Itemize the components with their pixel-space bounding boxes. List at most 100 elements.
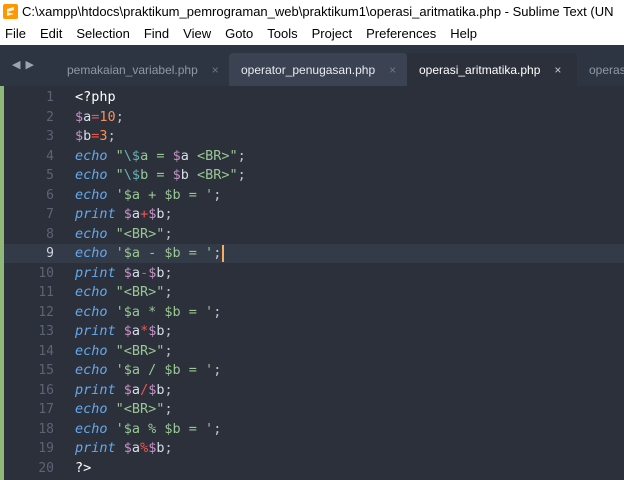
code-line[interactable]: print $a+$b; — [75, 205, 173, 225]
code-line[interactable]: print $a%$b; — [75, 439, 173, 459]
code-token: a — [131, 264, 141, 281]
code-token: $ — [123, 440, 132, 456]
code-line[interactable]: echo "<BR>"; — [75, 283, 173, 303]
line-number: 3 — [46, 129, 54, 144]
code-token: '$a - $b = ' — [115, 245, 214, 261]
code-line[interactable]: echo "<BR>"; — [75, 225, 173, 245]
menu-goto[interactable]: Goto — [218, 26, 260, 41]
code-token: '$a * $b = ' — [115, 303, 214, 320]
code-token: ; — [213, 186, 222, 203]
code-line[interactable]: print $a-$b; — [75, 264, 173, 284]
code-token: * — [140, 323, 149, 339]
code-editor[interactable]: 1 2 3 4 5 6 7 8 9 10 11 12 13 14 15 16 17 18 19 20 <?php $a=… — [0, 86, 624, 480]
code-token: $ — [75, 108, 84, 125]
menu-preferences[interactable]: Preferences — [359, 26, 443, 41]
code-token: "<BR>" — [115, 225, 165, 242]
code-token: ; — [164, 342, 173, 359]
code-line[interactable]: print $a/$b; — [75, 381, 173, 401]
code-token: a — [131, 381, 141, 398]
tab-operator-penugasan[interactable]: operator_penugasan.php × — [229, 53, 407, 86]
tab-close-icon[interactable]: × — [389, 63, 396, 77]
tab-pemakaian-variabel[interactable]: pemakaian_variabel.php × — [55, 53, 229, 86]
code-line[interactable]: $a=10; — [75, 108, 124, 128]
code-token: ?> — [75, 459, 92, 476]
code-line[interactable]: echo '$a + $b = '; — [75, 186, 221, 206]
menu-view[interactable]: View — [176, 26, 218, 41]
line-number: 2 — [46, 109, 54, 125]
code-token: print — [75, 440, 116, 456]
code-token: "<BR>" — [115, 342, 165, 359]
code-token: print — [75, 206, 116, 222]
code-token: ; — [164, 225, 173, 242]
code-token: echo — [75, 303, 108, 320]
menu-selection[interactable]: Selection — [69, 26, 136, 41]
code-token: echo — [75, 147, 108, 164]
line-number: 8 — [46, 226, 54, 242]
code-token: ; — [213, 303, 222, 320]
code-token: echo — [75, 342, 108, 359]
code-token: '$a / $b = ' — [115, 362, 214, 378]
code-token: $ — [123, 264, 132, 281]
tab-operasi[interactable]: operasi — [577, 53, 624, 86]
code-line[interactable]: echo '$a - $b = '; — [75, 244, 225, 264]
code-line[interactable]: echo "<BR>"; — [75, 342, 173, 362]
code-line[interactable]: echo '$a * $b = '; — [75, 303, 221, 323]
menu-help[interactable]: Help — [443, 26, 484, 41]
code-token: a = — [140, 147, 173, 164]
menu-edit[interactable]: Edit — [33, 26, 69, 41]
tab-close-icon[interactable]: × — [212, 63, 219, 77]
code-line[interactable]: $b=3; — [75, 127, 116, 147]
code-token: print — [75, 323, 116, 339]
window-title: C:\xampp\htdocs\praktikum_pemrograman_we… — [22, 3, 614, 19]
line-number: 10 — [38, 265, 54, 281]
code-token: ; — [164, 401, 173, 417]
code-line[interactable]: echo "\$b = $b <BR>"; — [75, 166, 246, 186]
code-line[interactable]: echo '$a % $b = '; — [75, 420, 221, 440]
code-token: ; — [164, 381, 173, 398]
code-token: print — [75, 381, 116, 398]
tab-close-icon[interactable]: × — [554, 63, 561, 77]
code-token: \$ — [123, 167, 141, 183]
code-line[interactable]: echo '$a / $b = '; — [75, 361, 221, 381]
code-token: echo — [75, 186, 108, 203]
code-line[interactable]: echo "<BR>"; — [75, 400, 173, 420]
code-token: ; — [164, 440, 173, 456]
code-token: ; — [164, 206, 173, 222]
code-line[interactable]: print $a*$b; — [75, 322, 173, 342]
code-token: \$ — [123, 147, 141, 164]
code-line[interactable]: ?> — [75, 459, 91, 479]
menu-project[interactable]: Project — [305, 26, 359, 41]
tab-operasi-aritmatika[interactable]: operasi_aritmatika.php × — [407, 53, 577, 86]
code-token: <?php — [75, 89, 116, 105]
code-token: " — [115, 147, 124, 164]
code-token: $ — [75, 128, 84, 144]
code-token: <BR>" — [188, 147, 238, 164]
code-token: ; — [107, 128, 116, 144]
code-line[interactable]: <?php — [75, 88, 116, 108]
code-token: print — [75, 264, 116, 281]
menu-file[interactable]: File — [0, 26, 33, 41]
code-token: ; — [115, 108, 124, 125]
menu-find[interactable]: Find — [137, 26, 176, 41]
code-line[interactable]: echo "\$a = $a <BR>"; — [75, 147, 246, 167]
code-token: + — [140, 206, 149, 222]
menu-tools[interactable]: Tools — [260, 26, 304, 41]
code-token: ; — [164, 264, 173, 281]
line-number: 11 — [38, 285, 54, 300]
tab-label: operator_penugasan.php — [241, 62, 376, 77]
tab-label: pemakaian_variabel.php — [67, 62, 198, 77]
line-number: 12 — [38, 304, 54, 320]
code-token: echo — [75, 420, 108, 437]
tab-nav-arrows-icon[interactable]: ◀ ▶ — [12, 58, 35, 71]
line-number: 7 — [46, 207, 54, 222]
